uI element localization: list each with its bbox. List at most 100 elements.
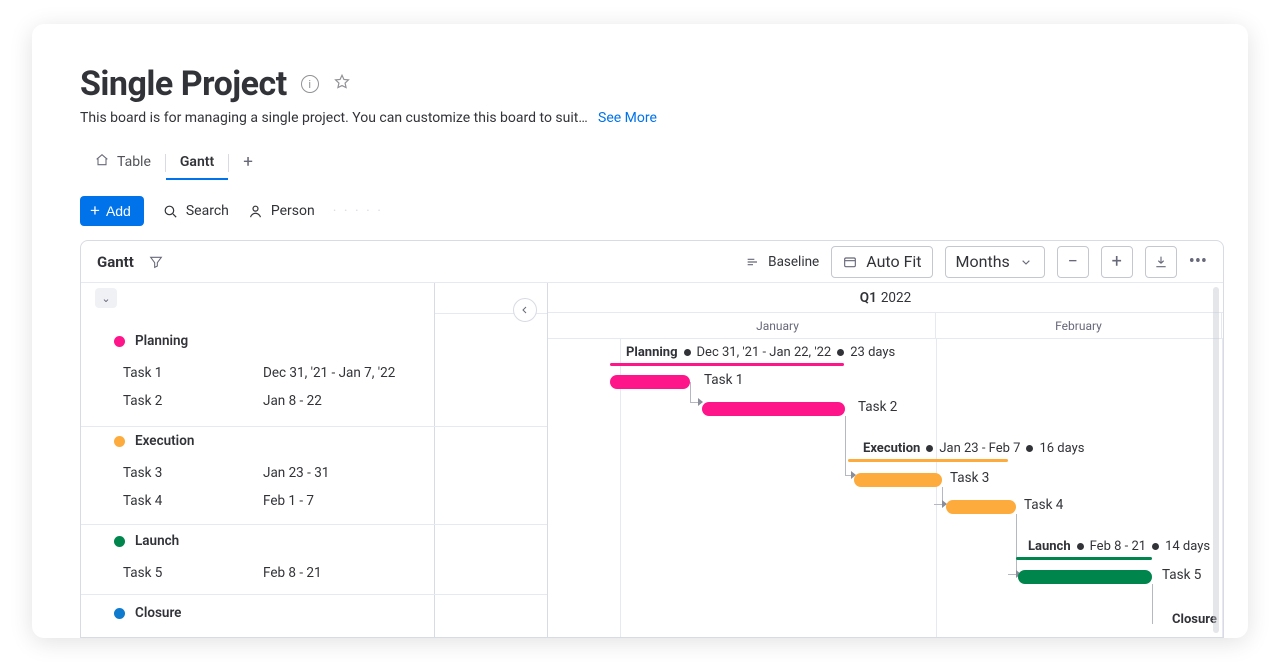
- task-name: Task 3: [123, 465, 263, 481]
- see-more-link[interactable]: See More: [598, 110, 657, 126]
- board-description: This board is for managing a single proj…: [80, 110, 590, 126]
- task-bar-label: Task 5: [1162, 567, 1201, 583]
- task-row[interactable]: Task 3 Jan 23 - 31: [81, 459, 434, 487]
- chevron-down-icon: [1018, 254, 1034, 270]
- task-bar[interactable]: [1018, 570, 1152, 584]
- tab-table-label: Table: [117, 154, 151, 170]
- board-header: Single Project i This board is for manag…: [32, 24, 1248, 226]
- gantt-body: ⌄ Planning Task 1 Dec 31, '21 - Jan 7, '…: [81, 283, 1223, 637]
- plus-icon: +: [90, 204, 100, 218]
- add-button[interactable]: + Add: [80, 196, 144, 226]
- group-name: Execution: [135, 433, 194, 449]
- quarter-label: Q1: [860, 290, 877, 306]
- tab-gantt[interactable]: Gantt: [166, 146, 228, 180]
- gantt-panel-header: Gantt Baseline Auto Fit Months − +: [81, 241, 1223, 283]
- zoom-in-button[interactable]: +: [1101, 246, 1133, 278]
- group-underline-planning: [610, 363, 844, 366]
- group-color-dot: [114, 536, 125, 547]
- person-label: Person: [271, 203, 315, 219]
- home-icon: [94, 152, 110, 172]
- group-name: Closure: [135, 605, 181, 621]
- search-icon: [162, 203, 179, 220]
- task-dates: Jan 23 - 31: [263, 465, 329, 481]
- task-dates: Dec 31, '21 - Jan 7, '22: [263, 365, 395, 381]
- task-row[interactable]: Task 5 Feb 8 - 21: [81, 559, 434, 587]
- group-row-launch[interactable]: Launch: [81, 527, 434, 555]
- person-icon: [247, 203, 264, 220]
- group-name: Planning: [135, 333, 188, 349]
- month-col-february: February: [936, 313, 1222, 338]
- group-color-dot: [114, 436, 125, 447]
- task-dates: Jan 8 - 22: [263, 393, 322, 409]
- task-list-gutter: [435, 283, 548, 637]
- view-tabs: Table Gantt +: [80, 144, 1200, 182]
- search-label: Search: [186, 203, 229, 219]
- export-button[interactable]: [1145, 246, 1177, 278]
- tab-table[interactable]: Table: [80, 144, 165, 182]
- task-row[interactable]: Task 1 Dec 31, '21 - Jan 7, '22: [81, 359, 434, 387]
- favorite-icon[interactable]: [333, 73, 351, 95]
- task-name: Task 5: [123, 565, 263, 581]
- add-button-label: Add: [106, 203, 131, 219]
- task-bar[interactable]: [854, 473, 942, 487]
- task-row[interactable]: Task 2 Jan 8 - 22: [81, 387, 434, 415]
- collapse-sidebar-icon[interactable]: [513, 298, 537, 322]
- baseline-label: Baseline: [768, 254, 819, 270]
- group-summary-execution: Execution Jan 23 - Feb 7 16 days: [863, 441, 1084, 456]
- task-bar-label: Task 1: [704, 372, 743, 388]
- timeline-quarter-row: Q1 2022: [548, 283, 1223, 313]
- group-row-execution[interactable]: Execution: [81, 427, 434, 455]
- zoom-out-button[interactable]: −: [1057, 246, 1089, 278]
- timeline-months-row: January February: [548, 313, 1223, 339]
- filter-button[interactable]: · · · · ·: [333, 203, 383, 219]
- group-summary-launch: Launch Feb 8 - 21 14 days: [1028, 539, 1210, 554]
- gantt-panel: Gantt Baseline Auto Fit Months − +: [80, 240, 1224, 638]
- board-card: Single Project i This board is for manag…: [32, 24, 1248, 638]
- download-icon: [1153, 254, 1169, 270]
- baseline-icon: [745, 254, 761, 270]
- board-title: Single Project: [80, 64, 287, 104]
- group-underline-execution: [848, 459, 1008, 462]
- gantt-title: Gantt: [97, 253, 134, 271]
- timeline-scrollbar[interactable]: [1213, 287, 1219, 633]
- group-row-planning[interactable]: Planning: [81, 327, 434, 355]
- range-label: Months: [956, 252, 1010, 271]
- board-toolbar: + Add Search Person · · · · ·: [80, 196, 1200, 226]
- task-list: ⌄ Planning Task 1 Dec 31, '21 - Jan 7, '…: [81, 283, 435, 637]
- gantt-timeline[interactable]: Q1 2022 January February: [548, 283, 1223, 637]
- task-bar[interactable]: [946, 500, 1016, 514]
- filter-icon[interactable]: [148, 254, 164, 270]
- autofit-icon: [842, 254, 858, 270]
- person-button[interactable]: Person: [247, 203, 315, 220]
- task-bar[interactable]: [702, 402, 845, 416]
- month-col-january: January: [620, 313, 936, 338]
- group-summary-planning: Planning Dec 31, '21 - Jan 22, '22 23 da…: [626, 345, 895, 360]
- group-row-closure[interactable]: Closure: [81, 599, 434, 627]
- task-bar[interactable]: [610, 375, 690, 389]
- autofit-button[interactable]: Auto Fit: [831, 246, 932, 278]
- group-color-dot: [114, 608, 125, 619]
- tab-gantt-label: Gantt: [180, 154, 214, 170]
- task-row[interactable]: Task 4 Feb 1 - 7: [81, 487, 434, 515]
- search-button[interactable]: Search: [162, 203, 229, 220]
- task-bar-label: Task 2: [858, 399, 897, 415]
- range-select[interactable]: Months: [945, 246, 1045, 278]
- collapse-all-icon[interactable]: ⌄: [95, 288, 117, 308]
- group-name: Launch: [135, 533, 179, 549]
- tab-add-view[interactable]: +: [229, 144, 257, 182]
- autofit-label: Auto Fit: [866, 252, 921, 271]
- task-name: Task 4: [123, 493, 263, 509]
- gantt-chart: Planning Dec 31, '21 - Jan 22, '22 23 da…: [548, 339, 1223, 637]
- info-icon[interactable]: i: [301, 75, 319, 93]
- more-menu[interactable]: •••: [1189, 251, 1207, 272]
- task-bar-label: Task 4: [1024, 497, 1063, 513]
- task-name: Task 1: [123, 365, 263, 381]
- group-color-dot: [114, 336, 125, 347]
- baseline-button[interactable]: Baseline: [745, 254, 819, 270]
- group-underline-launch: [1016, 557, 1152, 560]
- task-dates: Feb 1 - 7: [263, 493, 314, 509]
- task-bar-label: Task 3: [950, 470, 989, 486]
- task-dates: Feb 8 - 21: [263, 565, 322, 581]
- task-name: Task 2: [123, 393, 263, 409]
- year-label: 2022: [881, 290, 911, 306]
